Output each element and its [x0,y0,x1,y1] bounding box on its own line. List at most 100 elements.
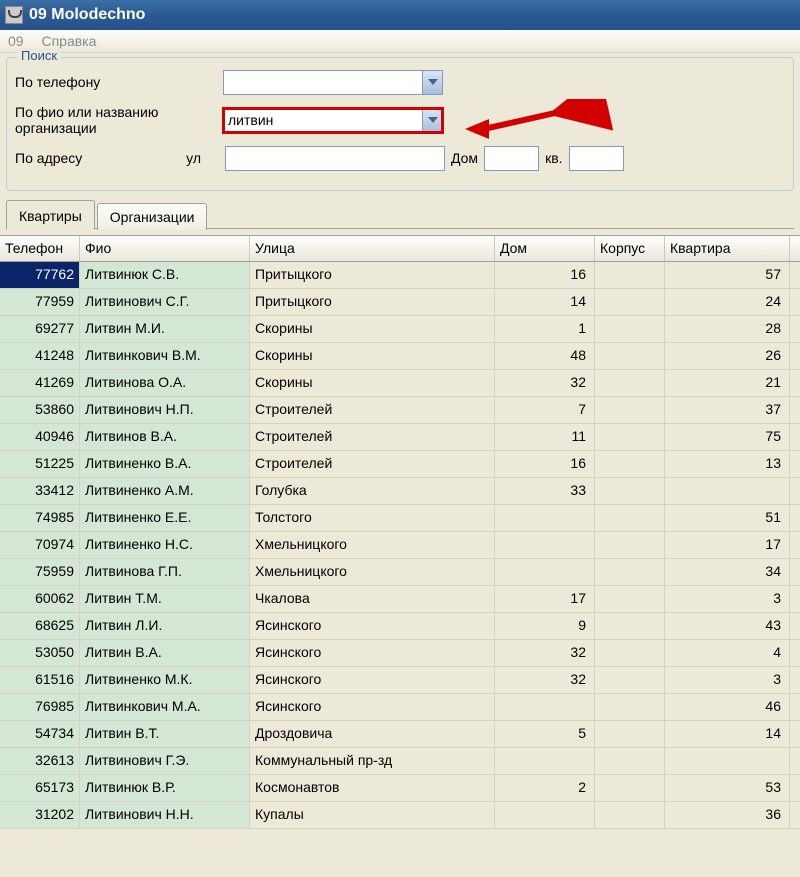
cell-tel: 32613 [0,748,80,774]
row-by-name: По фио или названию организации [15,104,785,136]
apt-label: кв. [545,150,562,166]
cell-dom: 14 [495,289,595,315]
table-row[interactable]: 69277Литвин М.И.Скорины128 [0,316,800,343]
by-name-label: По фио или названию организации [15,104,205,136]
cell-kv: 43 [665,613,790,639]
by-phone-input[interactable] [224,71,422,94]
apt-input[interactable] [569,146,624,171]
cell-korp [595,775,665,801]
col-header-korp[interactable]: Корпус [595,236,665,261]
cell-street: Купалы [250,802,495,828]
cell-fio: Литвинова Г.П. [80,559,250,585]
cell-fio: Литвин М.И. [80,316,250,342]
table-row[interactable]: 61516Литвиненко М.К.Ясинского323 [0,667,800,694]
table-row[interactable]: 75959Литвинова Г.П.Хмельницкого34 [0,559,800,586]
cell-kv: 24 [665,289,790,315]
cell-kv: 17 [665,532,790,558]
by-phone-combo[interactable] [223,70,443,95]
cell-korp [595,370,665,396]
table-row[interactable]: 31202Литвинович Н.Н.Купалы36 [0,802,800,829]
titlebar[interactable]: 09 Molodechno [0,0,800,30]
cell-tel: 51225 [0,451,80,477]
cell-tel: 70974 [0,532,80,558]
cell-tel: 74985 [0,505,80,531]
cell-fio: Литвин Т.М. [80,586,250,612]
house-input[interactable] [484,146,539,171]
table-row[interactable]: 60062Литвин Т.М.Чкалова173 [0,586,800,613]
search-legend: Поиск [17,48,61,63]
by-phone-label: По телефону [15,74,205,90]
table-row[interactable]: 76985Литвинкович М.А.Ясинского46 [0,694,800,721]
house-label: Дом [451,150,478,166]
cell-fio: Литвинович Н.П. [80,397,250,423]
table-row[interactable]: 40946Литвинов В.А.Строителей1175 [0,424,800,451]
col-header-tel[interactable]: Телефон [0,236,80,261]
table-row[interactable]: 68625Литвин Л.И.Ясинского943 [0,613,800,640]
col-header-kv[interactable]: Квартира [665,236,790,261]
table-row[interactable]: 65173Литвинюк В.Р.Космонавтов253 [0,775,800,802]
cell-korp [595,262,665,288]
table-row[interactable]: 51225Литвиненко В.А.Строителей1613 [0,451,800,478]
cell-tel: 65173 [0,775,80,801]
cell-tel: 60062 [0,586,80,612]
table-row[interactable]: 53860Литвинович Н.П.Строителей737 [0,397,800,424]
cell-street: Притыцкого [250,262,495,288]
by-name-input[interactable] [224,109,422,132]
cell-fio: Литвиненко А.М. [80,478,250,504]
cell-dom: 7 [495,397,595,423]
cell-korp [595,505,665,531]
cell-kv: 4 [665,640,790,666]
cell-tel: 61516 [0,667,80,693]
tab-apartments[interactable]: Квартиры [6,200,95,230]
table-row[interactable]: 33412Литвиненко А.М.Голубка33 [0,478,800,505]
row-by-phone: По телефону [15,68,785,96]
cell-tel: 68625 [0,613,80,639]
table-row[interactable]: 32613Литвинович Г.Э.Коммунальный пр-зд [0,748,800,775]
cell-fio: Литвинюк В.Р. [80,775,250,801]
menu-help[interactable]: Справка [41,33,96,49]
cell-kv: 36 [665,802,790,828]
results-grid: Телефон Фио Улица Дом Корпус Квартира 77… [0,235,800,829]
col-header-fio[interactable]: Фио [80,236,250,261]
table-row[interactable]: 77762Литвинюк С.В.Притыцкого1657 [0,262,800,289]
by-name-combo[interactable] [223,108,443,133]
cell-korp [595,451,665,477]
menu-09[interactable]: 09 [8,33,24,49]
cell-street: Голубка [250,478,495,504]
cell-korp [595,802,665,828]
street-input[interactable] [225,146,445,171]
cell-fio: Литвинова О.А. [80,370,250,396]
cell-kv: 3 [665,667,790,693]
cell-kv: 57 [665,262,790,288]
cell-street: Дроздовича [250,721,495,747]
cell-korp [595,613,665,639]
cell-fio: Литвинов В.А. [80,424,250,450]
cell-kv: 14 [665,721,790,747]
table-row[interactable]: 54734Литвин В.Т.Дроздовича5 14 [0,721,800,748]
by-name-dropdown-button[interactable] [422,109,442,132]
cell-tel: 77762 [0,262,80,288]
col-header-dom[interactable]: Дом [495,236,595,261]
by-phone-dropdown-button[interactable] [422,71,442,94]
table-row[interactable]: 70974Литвиненко Н.С.Хмельницкого17 [0,532,800,559]
cell-dom: 5 [495,721,595,747]
cell-tel: 54734 [0,721,80,747]
table-row[interactable]: 77959Литвинович С.Г.Притыцкого1424 [0,289,800,316]
cell-kv: 51 [665,505,790,531]
table-row[interactable]: 53050Литвин В.А.Ясинского324 [0,640,800,667]
cell-street: Космонавтов [250,775,495,801]
cell-street: Ясинского [250,640,495,666]
cell-fio: Литвин В.А. [80,640,250,666]
cell-fio: Литвинкович М.А. [80,694,250,720]
cell-fio: Литвин В.Т. [80,721,250,747]
cell-korp [595,424,665,450]
cell-kv: 28 [665,316,790,342]
table-row[interactable]: 74985Литвиненко Е.Е.Толстого51 [0,505,800,532]
col-header-street[interactable]: Улица [250,236,495,261]
table-row[interactable]: 41269Литвинова О.А.Скорины3221 [0,370,800,397]
tab-organizations[interactable]: Организации [97,203,208,230]
cell-fio: Литвинович Н.Н. [80,802,250,828]
cell-fio: Литвин Л.И. [80,613,250,639]
cell-street: Чкалова [250,586,495,612]
table-row[interactable]: 41248Литвинкович В.М.Скорины4826 [0,343,800,370]
